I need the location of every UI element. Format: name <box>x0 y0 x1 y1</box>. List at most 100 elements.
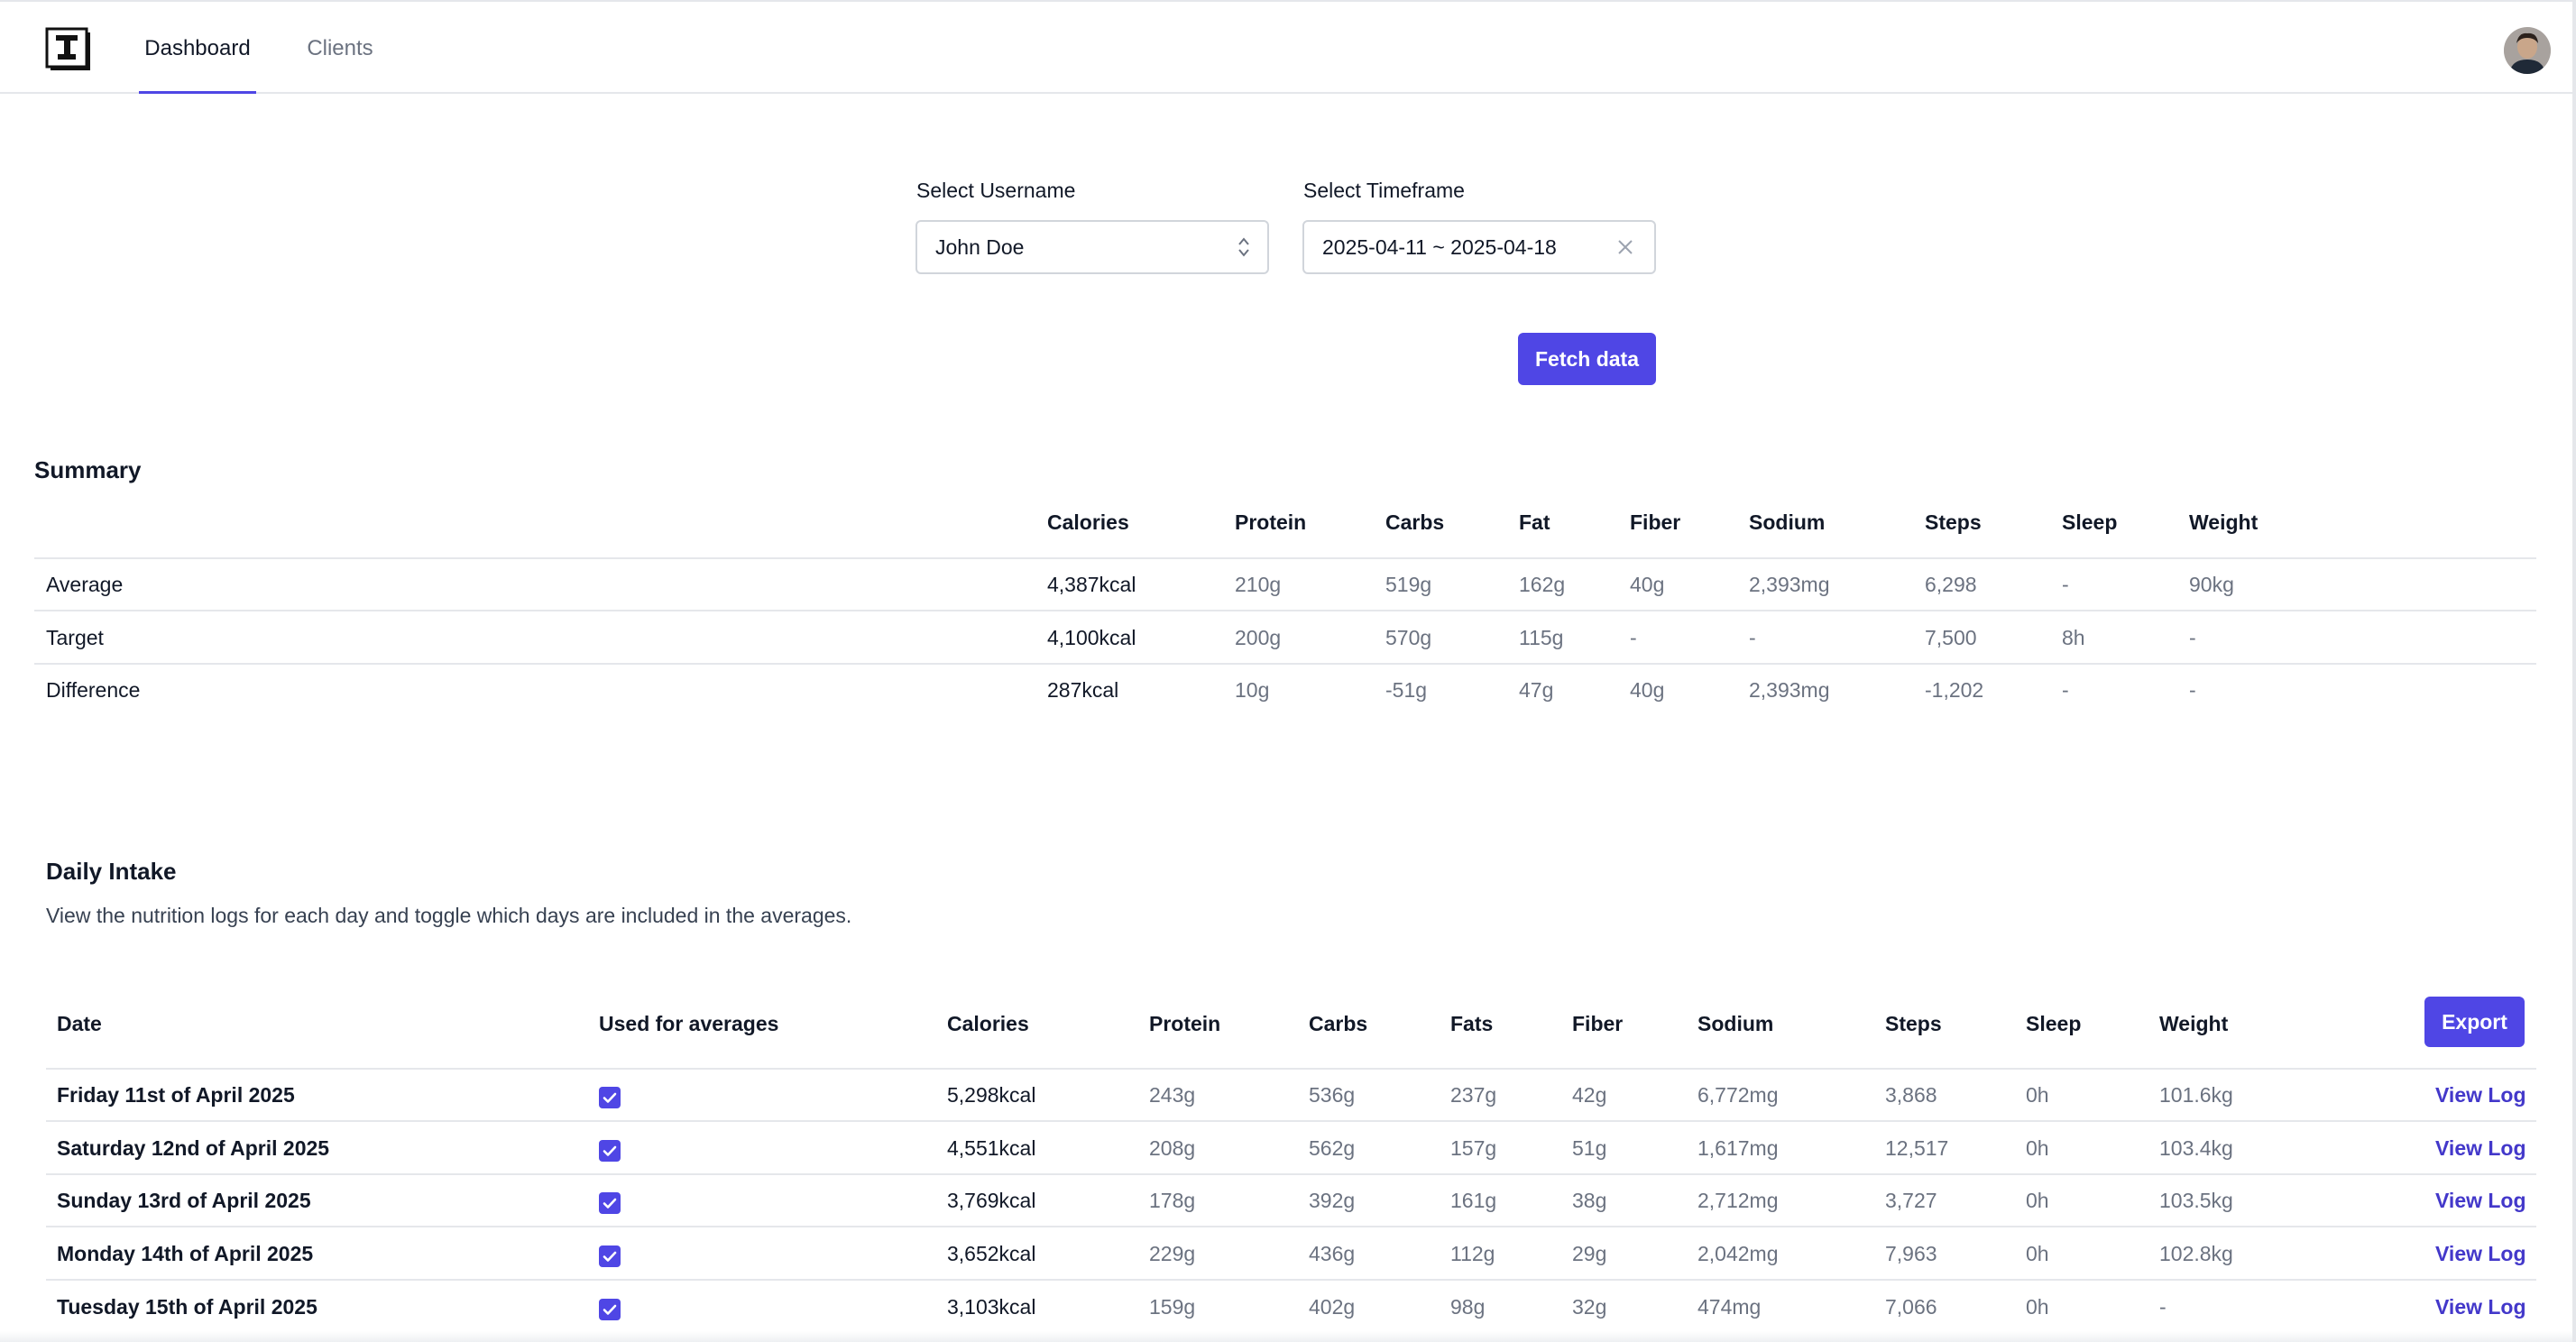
bottom-edge <box>0 1331 2572 1342</box>
daily-cell: 3,103kcal <box>947 1295 1036 1319</box>
daily-cell: 157g <box>1450 1136 1497 1160</box>
summary-header-fat: Fat <box>1519 510 1550 534</box>
check-icon <box>603 1198 617 1209</box>
daily-header-used: Used for averages <box>599 1012 779 1035</box>
view-log-link[interactable]: View Log <box>2435 1242 2526 1266</box>
summary-cell: 8h <box>2062 626 2085 649</box>
divider <box>46 1226 2536 1227</box>
divider <box>46 1120 2536 1122</box>
summary-header-weight: Weight <box>2189 510 2259 534</box>
username-label: Select Username <box>916 179 1076 202</box>
check-icon <box>603 1145 617 1156</box>
used-for-averages-checkbox[interactable] <box>599 1140 621 1162</box>
user-avatar[interactable] <box>2504 27 2551 74</box>
fetch-data-button[interactable]: Fetch data <box>1518 333 1656 385</box>
used-for-averages-checkbox[interactable] <box>599 1087 621 1108</box>
username-select-value: John Doe <box>935 235 1025 259</box>
check-icon <box>603 1251 617 1262</box>
daily-row-date: Tuesday 15th of April 2025 <box>57 1295 317 1319</box>
divider <box>34 663 2536 665</box>
daily-row-date: Monday 14th of April 2025 <box>57 1242 314 1265</box>
avatar-image <box>2504 27 2551 74</box>
summary-cell: 7,500 <box>1925 626 1977 649</box>
daily-intake-title: Daily Intake <box>46 858 177 885</box>
daily-header-fats: Fats <box>1450 1012 1494 1035</box>
summary-cell: 4,100kcal <box>1047 626 1136 649</box>
summary-cell: 570g <box>1385 626 1432 649</box>
daily-header-calories: Calories <box>947 1012 1029 1035</box>
daily-cell: 0h <box>2026 1295 2049 1319</box>
view-log-link[interactable]: View Log <box>2435 1189 2526 1213</box>
summary-cell: 90kg <box>2189 573 2234 596</box>
clear-icon[interactable] <box>1616 238 1634 256</box>
summary-cell: 47g <box>1519 678 1554 702</box>
divider <box>34 557 2536 559</box>
nav-tab-dashboard[interactable]: Dashboard <box>139 2 256 94</box>
daily-header-protein: Protein <box>1149 1012 1221 1035</box>
summary-cell: 519g <box>1385 573 1432 596</box>
daily-cell: 103.4kg <box>2159 1136 2233 1160</box>
daily-cell: 112g <box>1450 1242 1495 1265</box>
daily-cell: - <box>2159 1295 2167 1319</box>
daily-cell: 3,769kcal <box>947 1189 1036 1212</box>
daily-cell: 42g <box>1572 1083 1607 1107</box>
summary-cell: 2,393mg <box>1749 573 1830 596</box>
view-log-link[interactable]: View Log <box>2435 1295 2526 1319</box>
summary-cell: 287kcal <box>1047 678 1119 702</box>
daily-cell: 3,868 <box>1885 1083 1937 1107</box>
summary-cell: 6,298 <box>1925 573 1977 596</box>
daily-header-steps: Steps <box>1885 1012 1942 1035</box>
view-log-link[interactable]: View Log <box>2435 1136 2526 1161</box>
nav-tab-clients[interactable]: Clients <box>298 2 382 94</box>
summary-cell: 2,393mg <box>1749 678 1830 702</box>
view-log-link[interactable]: View Log <box>2435 1083 2526 1108</box>
summary-cell: - <box>1630 626 1637 649</box>
summary-header-sodium: Sodium <box>1749 510 1826 534</box>
daily-cell: 38g <box>1572 1189 1607 1212</box>
daily-cell: 0h <box>2026 1083 2049 1107</box>
daily-cell: 3,727 <box>1885 1189 1937 1212</box>
summary-header-steps: Steps <box>1925 510 1982 534</box>
summary-row-label: Difference <box>46 678 141 702</box>
page-scrollbar[interactable] <box>2572 0 2576 1342</box>
daily-cell: 536g <box>1309 1083 1356 1107</box>
check-icon <box>603 1304 617 1315</box>
daily-cell: 1,617mg <box>1697 1136 1779 1160</box>
daily-cell: 3,652kcal <box>947 1242 1036 1265</box>
daily-cell: 12,517 <box>1885 1136 1949 1160</box>
daily-header-sodium: Sodium <box>1697 1012 1774 1035</box>
daily-row-date: Friday 11st of April 2025 <box>57 1083 295 1107</box>
timeframe-value: 2025-04-11 ~ 2025-04-18 <box>1322 235 1557 259</box>
divider <box>34 610 2536 611</box>
summary-row-label: Average <box>46 573 124 596</box>
summary-cell: 40g <box>1630 678 1665 702</box>
daily-cell: 208g <box>1149 1136 1196 1160</box>
daily-cell: 243g <box>1149 1083 1196 1107</box>
summary-cell: - <box>2189 626 2196 649</box>
divider <box>46 1173 2536 1175</box>
summary-header-calories: Calories <box>1047 510 1129 534</box>
app-logo[interactable] <box>45 27 92 72</box>
used-for-averages-checkbox[interactable] <box>599 1299 621 1320</box>
summary-cell: 210g <box>1235 573 1282 596</box>
divider <box>46 1279 2536 1281</box>
timeframe-picker[interactable]: 2025-04-11 ~ 2025-04-18 <box>1302 220 1656 274</box>
daily-cell: 7,963 <box>1885 1242 1937 1265</box>
check-icon <box>603 1092 617 1103</box>
daily-cell: 32g <box>1572 1295 1607 1319</box>
username-select[interactable]: John Doe <box>915 220 1269 274</box>
summary-header-protein: Protein <box>1235 510 1307 534</box>
export-button[interactable]: Export <box>2424 997 2525 1047</box>
summary-cell: 162g <box>1519 573 1566 596</box>
daily-header-weight: Weight <box>2159 1012 2229 1035</box>
used-for-averages-checkbox[interactable] <box>599 1192 621 1214</box>
summary-row-label: Target <box>46 626 104 649</box>
daily-cell: 6,772mg <box>1697 1083 1779 1107</box>
summary-cell: 4,387kcal <box>1047 573 1136 596</box>
used-for-averages-checkbox[interactable] <box>599 1245 621 1267</box>
summary-cell: - <box>2062 678 2069 702</box>
daily-cell: 392g <box>1309 1189 1356 1212</box>
daily-cell: 474mg <box>1697 1295 1762 1319</box>
summary-cell: 40g <box>1630 573 1665 596</box>
summary-cell: -1,202 <box>1925 678 1984 702</box>
